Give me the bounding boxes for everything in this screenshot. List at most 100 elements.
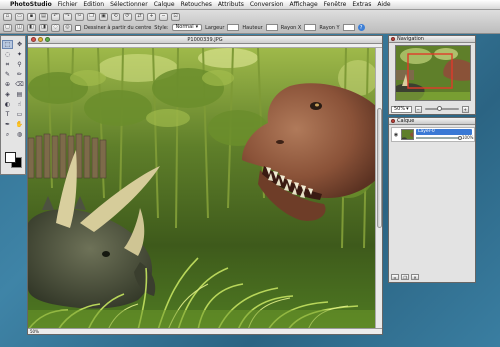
menu-retouches[interactable]: Retouches	[181, 0, 212, 10]
sponge-icon[interactable]: ◍	[14, 130, 25, 139]
foreground-color-swatch[interactable]	[5, 152, 16, 163]
close-window-icon[interactable]	[31, 37, 36, 42]
new-layer-icon[interactable]: ▫	[391, 274, 399, 280]
document-title: P1000339.JPG	[187, 37, 223, 43]
brush-icon[interactable]: ✎	[2, 70, 13, 79]
flip-icon[interactable]: ⇄	[135, 12, 144, 21]
layer-opacity-slider[interactable]	[416, 137, 460, 139]
gradient-icon[interactable]: ▤	[14, 90, 25, 99]
hand-icon[interactable]: ✋	[14, 120, 25, 129]
menu-fenetre[interactable]: Fenêtre	[324, 0, 347, 10]
dinosaur-photo	[28, 48, 376, 330]
navigation-title-bar[interactable]: Navigation	[389, 36, 475, 43]
zoom-slider-knob[interactable]	[436, 106, 442, 111]
help-icon[interactable]: ?	[357, 24, 365, 31]
image-canvas[interactable]	[28, 48, 376, 330]
zoom-window-icon[interactable]	[45, 37, 50, 42]
rotate-right-icon[interactable]: ⟳	[123, 12, 132, 21]
layer-opacity-value: 100%	[462, 135, 474, 140]
eraser-icon[interactable]: ⌫	[14, 80, 25, 89]
width-field[interactable]	[227, 24, 240, 31]
radius-y-label: Rayon Y	[319, 24, 340, 31]
zoom-slider[interactable]	[424, 106, 459, 111]
save-icon[interactable]: ▪	[27, 12, 36, 21]
close-icon[interactable]	[391, 37, 395, 41]
draw-from-center-checkbox[interactable]	[75, 24, 81, 31]
radius-x-field[interactable]	[304, 24, 317, 31]
menu-selectionner[interactable]: Sélectionner	[110, 0, 148, 10]
sel-antialias-icon[interactable]: ◎	[63, 23, 72, 32]
scrollbar-thumb[interactable]	[377, 108, 382, 228]
zoom-out-icon[interactable]: −	[414, 105, 422, 113]
minimize-window-icon[interactable]	[38, 37, 43, 42]
text-icon[interactable]: T	[2, 110, 13, 119]
smudge-icon[interactable]: ☝	[14, 100, 25, 109]
style-select[interactable]: Normal ▾	[171, 24, 203, 31]
copy-icon[interactable]: ❐	[87, 12, 96, 21]
height-field[interactable]	[265, 24, 278, 31]
menu-affichage[interactable]: Affichage	[289, 0, 317, 10]
menu-conversion[interactable]: Conversion	[250, 0, 284, 10]
radius-y-field[interactable]	[342, 24, 355, 31]
menu-attributs[interactable]: Attributs	[218, 0, 244, 10]
document-title-bar[interactable]: P1000339.JPG	[28, 36, 382, 44]
draw-from-center-label: Dessiner à partir du centre	[84, 24, 152, 31]
magic-wand-icon[interactable]: ✦	[14, 50, 25, 59]
menu-calque[interactable]: Calque	[154, 0, 175, 10]
redo-icon[interactable]: ↷	[63, 12, 72, 21]
zoom-out-icon[interactable]: −	[159, 12, 168, 21]
rotate-left-icon[interactable]: ⟲	[111, 12, 120, 21]
style-label: Style:	[154, 24, 169, 31]
bucket-icon[interactable]: ◈	[2, 90, 13, 99]
zoom-in-icon[interactable]: +	[461, 105, 469, 113]
vertical-scrollbar[interactable]	[375, 48, 382, 330]
sel-intersect-icon[interactable]: ◨	[39, 23, 48, 32]
layer-row[interactable]: ◉ Layer-0 100%	[391, 127, 475, 142]
sel-add-icon[interactable]: ◫	[15, 23, 24, 32]
zoom-percent-select[interactable]: 50% ▾	[391, 105, 412, 113]
height-label: Hauteur	[242, 24, 263, 31]
menu-fichier[interactable]: Fichier	[58, 0, 78, 10]
duplicate-layer-icon[interactable]: ❐	[401, 274, 409, 280]
zoom-in-icon[interactable]: +	[147, 12, 156, 21]
sel-new-icon[interactable]: ▢	[3, 23, 12, 32]
new-file-icon[interactable]: ▫	[3, 12, 12, 21]
dodge-icon[interactable]: ◐	[2, 100, 13, 109]
radius-x-label: Rayon X	[280, 24, 302, 31]
shape-icon[interactable]: ▭	[14, 110, 25, 119]
options-toolbar: ▫ ▭ ▪ ▤ ↶ ↷ ✂ ❐ ▣ ⟲ ⟳ ⇄ + − ⊡ ▢ ◫ ◧ ◨ ◌ …	[0, 10, 500, 34]
navigation-thumbnail[interactable]	[395, 45, 471, 101]
toolbar-row-main: ▫ ▭ ▪ ▤ ↶ ↷ ✂ ❐ ▣ ⟲ ⟳ ⇄ + − ⊡	[0, 11, 180, 22]
layers-title: Calque	[397, 118, 415, 124]
undo-icon[interactable]: ↶	[51, 12, 60, 21]
paste-icon[interactable]: ▣	[99, 12, 108, 21]
close-icon[interactable]	[391, 119, 395, 123]
zoom-icon[interactable]: ⌕	[2, 130, 13, 139]
eyedropper-icon[interactable]: ⚲	[14, 60, 25, 69]
menu-edition[interactable]: Edition	[83, 0, 104, 10]
clone-stamp-icon[interactable]: ⊕	[2, 80, 13, 89]
crop-icon[interactable]: ⌗	[2, 60, 13, 69]
pen-icon[interactable]: ✒	[2, 120, 13, 129]
cut-icon[interactable]: ✂	[75, 12, 84, 21]
sel-feather-icon[interactable]: ◌	[51, 23, 60, 32]
eye-icon[interactable]: ◉	[393, 132, 399, 138]
menu-bar: PhotoStudio Fichier Edition Sélectionner…	[0, 0, 500, 10]
marquee-rect-icon[interactable]: ⬚	[2, 40, 13, 49]
app-menu[interactable]: PhotoStudio	[10, 0, 52, 10]
chevron-down-icon: ▾	[406, 105, 409, 112]
menu-extras[interactable]: Extras	[352, 0, 371, 10]
fit-icon[interactable]: ⊡	[171, 12, 180, 21]
open-file-icon[interactable]: ▭	[15, 12, 24, 21]
menu-aide[interactable]: Aide	[377, 0, 390, 10]
delete-layer-icon[interactable]: ✕	[411, 274, 419, 280]
move-icon[interactable]: ✥	[14, 40, 25, 49]
print-icon[interactable]: ▤	[39, 12, 48, 21]
window-controls	[31, 37, 50, 42]
layers-palette: Calque ◉ Layer-0 100% ▫ ❐ ✕	[388, 117, 476, 283]
layers-title-bar[interactable]: Calque	[389, 118, 475, 125]
sel-sub-icon[interactable]: ◧	[27, 23, 36, 32]
navigation-palette: Navigation 50% ▾ − +	[388, 35, 476, 115]
pencil-icon[interactable]: ✏	[14, 70, 25, 79]
lasso-icon[interactable]: ◌	[2, 50, 13, 59]
